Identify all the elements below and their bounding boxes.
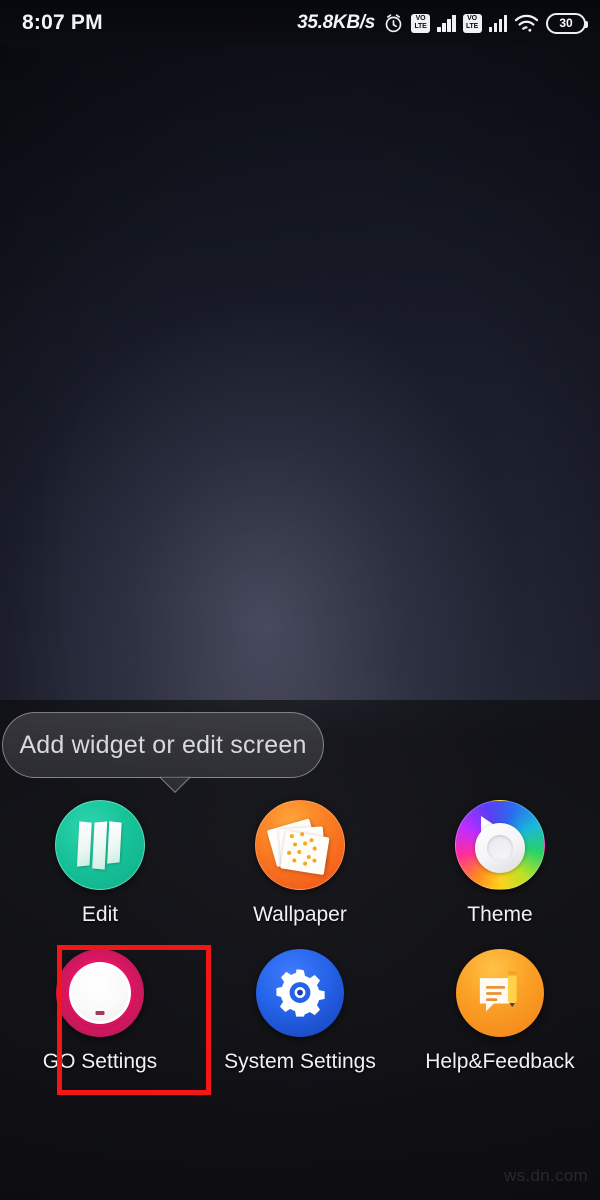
help-feedback-icon[interactable] (455, 949, 544, 1037)
edit-pages-icon[interactable] (54, 800, 145, 890)
menu-item-label: System Settings (224, 1050, 376, 1073)
wifi-icon (514, 13, 539, 34)
menu-item-label: Theme (467, 903, 533, 926)
menu-item-help-feedback[interactable]: Help&Feedback (400, 949, 600, 1074)
go-settings-dial-icon[interactable] (55, 949, 144, 1037)
menu-item-edit[interactable]: Edit (0, 800, 200, 927)
add-widget-tooltip: Add widget or edit screen (2, 712, 324, 778)
battery-level-text: 30 (559, 16, 573, 30)
sim1-volte-label-bottom: LTE (414, 23, 427, 30)
wallpaper-photos-icon[interactable] (254, 800, 345, 890)
menu-item-label: Wallpaper (253, 903, 347, 926)
menu-item-label: Help&Feedback (425, 1050, 575, 1073)
sim2-volte-icon: VO LTE (462, 13, 482, 33)
menu-row-2: GO Settings System Settings Help&Feedbac… (0, 949, 600, 1074)
theme-color-wheel-icon[interactable] (454, 800, 545, 890)
sim1-volte-icon: VO LTE (411, 13, 430, 33)
menu-item-label: GO Settings (42, 1050, 158, 1073)
sim1-signal-bars-icon (437, 14, 456, 32)
gear-icon[interactable] (255, 949, 344, 1037)
phone-screen: 8:07 PM 35.8KB/s VO LTE VO LTE 30 Add wi… (0, 0, 600, 1200)
sim2-volte-label-bottom: LTE (465, 23, 479, 30)
watermark: ws.dn.com (504, 1166, 588, 1185)
status-bar: 8:07 PM 35.8KB/s VO LTE VO LTE 30 (0, 0, 600, 46)
menu-item-theme[interactable]: Theme (400, 800, 600, 927)
menu-item-wallpaper[interactable]: Wallpaper (200, 800, 400, 927)
alarm-clock-icon (383, 13, 404, 34)
tooltip-label: Add widget or edit screen (19, 730, 307, 759)
tooltip-tail (160, 776, 190, 794)
status-bar-clock: 8:07 PM (22, 11, 103, 34)
menu-item-label: Edit (81, 903, 119, 926)
network-speed-text: 35.8KB/s (297, 12, 375, 33)
menu-item-go-settings[interactable]: GO Settings (0, 949, 200, 1074)
home-edit-menu: Edit Wallpaper Theme GO Settings System … (0, 800, 600, 1074)
battery-icon: 30 (546, 12, 588, 34)
sim1-volte-label-top: VO (415, 15, 426, 22)
sim2-volte-label-top: VO (467, 15, 477, 22)
status-bar-icons: 35.8KB/s VO LTE VO LTE 30 (297, 12, 588, 34)
menu-row-1: Edit Wallpaper Theme (0, 800, 600, 927)
menu-item-system-settings[interactable]: System Settings (200, 949, 400, 1074)
tooltip-bubble: Add widget or edit screen (2, 712, 324, 778)
sim2-signal-bars-icon (488, 14, 507, 32)
